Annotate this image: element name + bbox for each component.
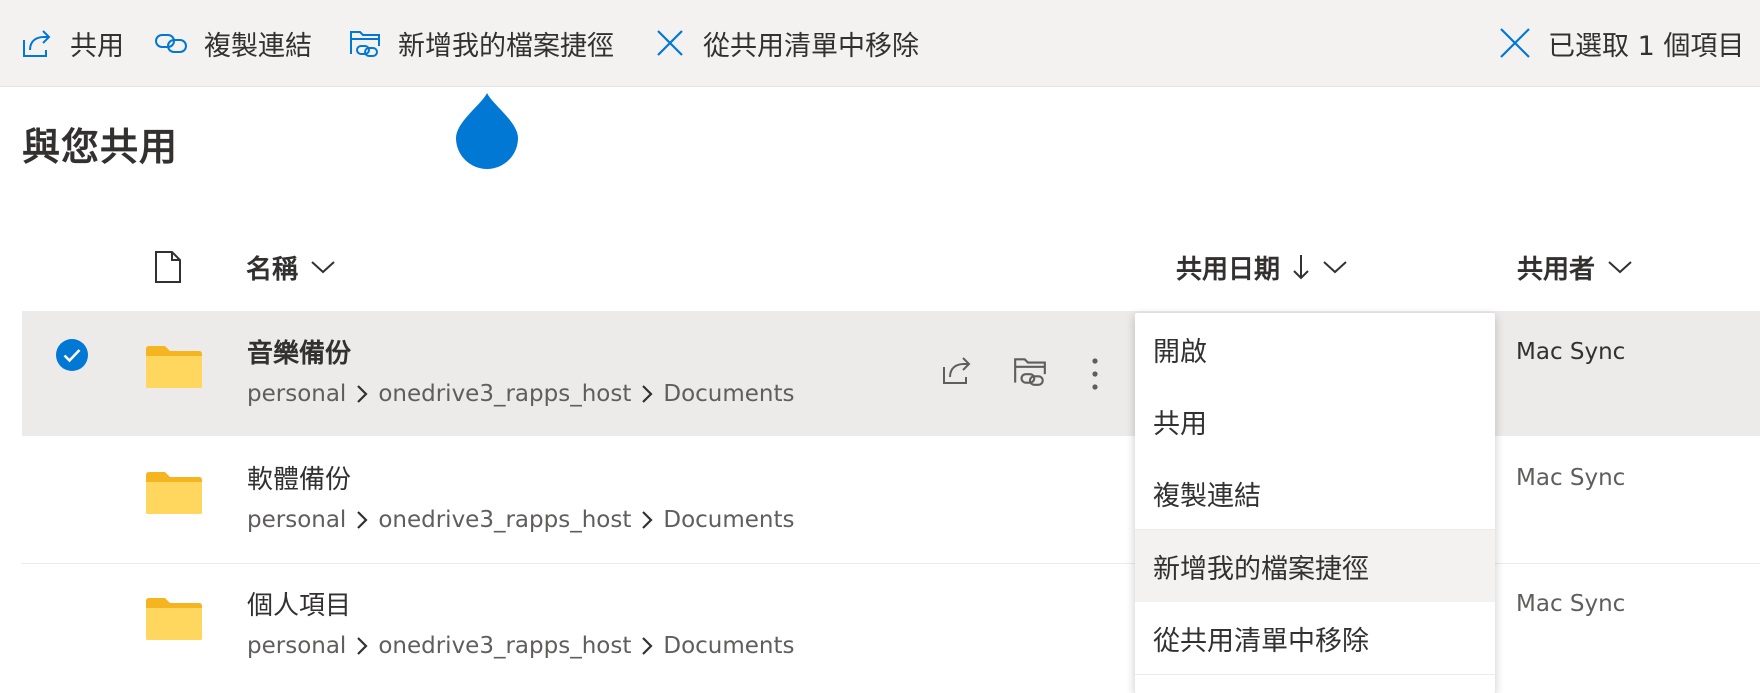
path-segment[interactable]: Documents bbox=[663, 381, 794, 407]
chevron-right-icon bbox=[356, 384, 368, 404]
chevron-down-icon bbox=[311, 261, 335, 274]
remove-from-shared-command-button[interactable]: 從共用清單中移除 bbox=[653, 0, 919, 86]
path-segment[interactable]: Documents bbox=[663, 507, 794, 533]
copy-link-command-label: 複製連結 bbox=[204, 30, 312, 62]
path-segment[interactable]: personal bbox=[247, 381, 346, 407]
breadcrumb: personal onedrive3_rapps_host Documents bbox=[247, 633, 795, 659]
file-name[interactable]: 軟體備份 bbox=[247, 459, 351, 496]
table-row[interactable]: 軟體備份 personal onedrive3_rapps_host Docum… bbox=[22, 437, 1760, 562]
menu-item-share[interactable]: 共用 bbox=[1135, 385, 1495, 457]
menu-item-remove-from-shared[interactable]: 從共用清單中移除 bbox=[1135, 602, 1495, 674]
name-column-label: 名稱 bbox=[246, 254, 299, 285]
folder-icon bbox=[146, 598, 202, 640]
share-command-label: 共用 bbox=[70, 30, 124, 62]
share-command-button[interactable]: 共用 bbox=[20, 0, 124, 86]
chevron-right-icon bbox=[356, 510, 368, 530]
path-segment[interactable]: personal bbox=[247, 633, 346, 659]
drop-marker-icon bbox=[456, 93, 518, 169]
folder-icon bbox=[146, 472, 202, 514]
menu-divider bbox=[1135, 674, 1495, 675]
close-icon bbox=[657, 30, 683, 56]
file-icon bbox=[155, 251, 181, 283]
menu-item-copy-link[interactable]: 複製連結 bbox=[1135, 457, 1495, 529]
shared-by-column-header[interactable]: 共用者 bbox=[1517, 245, 1633, 289]
link-icon bbox=[155, 34, 187, 53]
page-title: 與您共用 bbox=[22, 125, 179, 169]
selection-count-label: 已選取 1 個項目 bbox=[1548, 30, 1745, 62]
remove-from-shared-command-label: 從共用清單中移除 bbox=[703, 30, 919, 62]
shared-by-value: Mac Sync bbox=[1516, 465, 1626, 491]
path-segment[interactable]: onedrive3_rapps_host bbox=[378, 381, 631, 407]
shared-by-value: Mac Sync bbox=[1516, 591, 1626, 617]
context-menu: 開啟 共用 複製連結 新增我的檔案捷徑 從共用清單中移除 bbox=[1135, 313, 1495, 693]
chevron-down-icon bbox=[1608, 261, 1632, 274]
file-type-column-header[interactable] bbox=[142, 245, 182, 289]
path-segment[interactable]: onedrive3_rapps_host bbox=[378, 507, 631, 533]
folder-icon bbox=[146, 346, 202, 388]
checkmark-circle-icon[interactable] bbox=[55, 338, 89, 372]
add-shortcut-command-button[interactable]: 新增我的檔案捷徑 bbox=[348, 0, 614, 86]
file-name[interactable]: 個人項目 bbox=[247, 585, 351, 622]
add-shortcut-command-label: 新增我的檔案捷徑 bbox=[398, 30, 614, 62]
path-segment[interactable]: onedrive3_rapps_host bbox=[378, 633, 631, 659]
breadcrumb: personal onedrive3_rapps_host Documents bbox=[247, 381, 795, 407]
folder-shortcut-icon[interactable] bbox=[1012, 353, 1048, 389]
chevron-right-icon bbox=[641, 636, 653, 656]
shared-date-column-header[interactable]: 共用日期 bbox=[1176, 245, 1348, 289]
shared-date-column-label: 共用日期 bbox=[1176, 254, 1281, 285]
folder-shortcut-icon bbox=[350, 31, 380, 57]
share-icon[interactable] bbox=[940, 353, 974, 387]
path-segment[interactable]: Documents bbox=[663, 633, 794, 659]
arrow-down-icon bbox=[1293, 255, 1309, 280]
copy-link-command-button[interactable]: 複製連結 bbox=[154, 0, 312, 86]
shared-by-value: Mac Sync bbox=[1516, 339, 1626, 365]
name-column-header[interactable]: 名稱 bbox=[246, 245, 336, 289]
file-name[interactable]: 音樂備份 bbox=[247, 333, 351, 370]
close-icon bbox=[1500, 28, 1530, 58]
table-row[interactable]: 音樂備份 personal onedrive3_rapps_host Docum… bbox=[22, 311, 1760, 436]
path-segment[interactable]: personal bbox=[247, 507, 346, 533]
share-icon bbox=[23, 30, 51, 57]
shared-by-column-label: 共用者 bbox=[1517, 254, 1596, 285]
chevron-right-icon bbox=[641, 510, 653, 530]
command-bar: 共用 複製連結 新增我的檔案捷徑 從共用清單中移除 已選取 1 個項目 bbox=[0, 0, 1760, 87]
menu-item-open[interactable]: 開啟 bbox=[1135, 313, 1495, 385]
table-row[interactable]: 個人項目 personal onedrive3_rapps_host Docum… bbox=[22, 563, 1760, 688]
chevron-down-icon bbox=[1323, 261, 1347, 274]
breadcrumb: personal onedrive3_rapps_host Documents bbox=[247, 507, 795, 533]
menu-item-add-shortcut[interactable]: 新增我的檔案捷徑 bbox=[1135, 530, 1495, 602]
chevron-right-icon bbox=[641, 384, 653, 404]
more-vertical-icon[interactable] bbox=[1090, 357, 1100, 391]
clear-selection-button[interactable]: 已選取 1 個項目 bbox=[1498, 0, 1744, 86]
chevron-right-icon bbox=[356, 636, 368, 656]
